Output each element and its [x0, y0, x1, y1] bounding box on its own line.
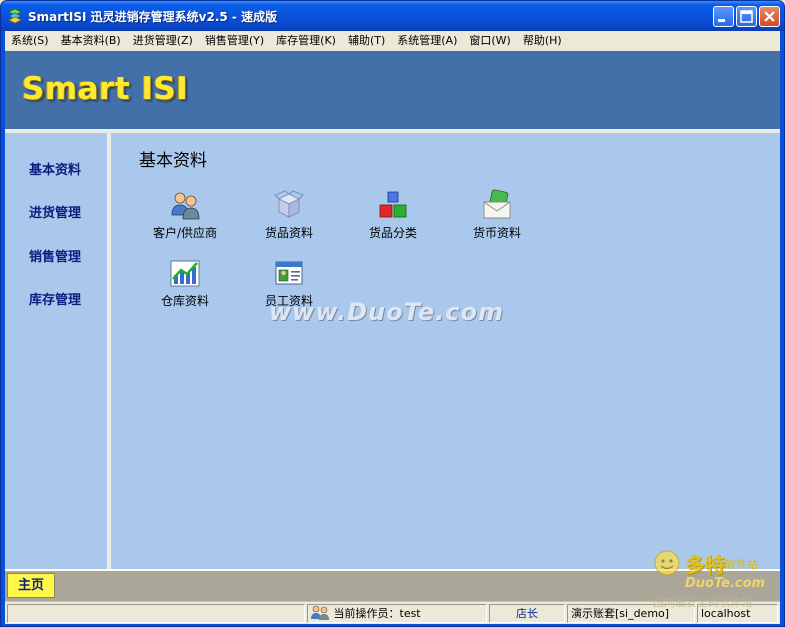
employee-card-icon [275, 261, 303, 285]
customers-icon [171, 192, 200, 220]
tab-home[interactable]: 主页 [7, 573, 55, 598]
logo-line3: DuoTe.com [685, 576, 766, 591]
goods-box-icon [274, 190, 304, 218]
tile-currency[interactable]: 货币资料 [447, 189, 547, 241]
logo-line1: 多特 [685, 553, 725, 577]
menu-admin[interactable]: 系统管理(A) [391, 31, 463, 51]
tile-goods[interactable]: 货品资料 [239, 189, 339, 241]
smiley-logo-icon [654, 550, 680, 576]
sidebar: 基本资料 进货管理 销售管理 库存管理 [5, 133, 109, 569]
title-bar[interactable]: SmartISI 迅灵进销存管理系统v2.5 - 速成版 [1, 1, 784, 31]
banner: Smart ISI [5, 51, 780, 131]
warehouse-chart-icon [170, 260, 200, 287]
status-operator: 当前操作员：test [307, 604, 487, 623]
logo-line4: 国内最安全的软件站 [653, 596, 752, 609]
tile-label: 货品资料 [264, 226, 313, 240]
menu-help[interactable]: 帮助(H) [517, 31, 568, 51]
tile-label: 仓库资料 [160, 294, 209, 308]
tile-warehouse[interactable]: 仓库资料 [135, 257, 235, 309]
page-title: 基本资料 [139, 151, 207, 171]
sidebar-item-purchase[interactable]: 进货管理 [29, 202, 81, 221]
minimize-icon [718, 19, 725, 22]
close-icon [764, 11, 775, 22]
users-icon [311, 605, 329, 620]
close-button[interactable] [759, 6, 780, 27]
tile-label: 货币资料 [472, 226, 521, 240]
status-role: 店长 [489, 604, 565, 623]
brand-logo-text: Smart ISI [22, 71, 189, 107]
app-icon[interactable] [7, 8, 23, 24]
menu-basic-data[interactable]: 基本资料(B) [55, 31, 127, 51]
watermark-text: www.DuoTe.com [269, 298, 504, 326]
maximize-icon [740, 10, 753, 23]
menu-inventory[interactable]: 库存管理(K) [270, 31, 342, 51]
main-panel: 基本资料 客户/供应商 货品资料 货品分类 货币资料 仓库资料 员工资料 www… [111, 133, 780, 569]
menu-window[interactable]: 窗口(W) [463, 31, 516, 51]
tile-label: 货品分类 [368, 226, 417, 240]
operator-text: 当前操作员：test [333, 607, 421, 620]
client-area: Smart ISI 基本资料 进货管理 销售管理 库存管理 基本资料 客户/供应… [5, 51, 780, 624]
app-window: SmartISI 迅灵进销存管理系统v2.5 - 速成版 系统(S) 基本资料(… [0, 0, 785, 627]
tile-customers-suppliers[interactable]: 客户/供应商 [135, 189, 235, 241]
menu-system[interactable]: 系统(S) [5, 31, 55, 51]
minimize-button[interactable] [713, 6, 734, 27]
status-cell-empty [7, 604, 305, 623]
window-title: SmartISI 迅灵进销存管理系统v2.5 - 速成版 [28, 10, 278, 24]
tile-label: 客户/供应商 [152, 226, 218, 240]
tile-goods-category[interactable]: 货品分类 [343, 189, 443, 241]
sidebar-item-sales[interactable]: 销售管理 [29, 246, 81, 265]
menu-sales[interactable]: 销售管理(Y) [199, 31, 270, 51]
maximize-button[interactable] [736, 6, 757, 27]
sidebar-item-inventory[interactable]: 库存管理 [29, 289, 81, 308]
currency-envelope-icon [483, 189, 511, 219]
menu-bar: 系统(S) 基本资料(B) 进货管理(Z) 销售管理(Y) 库存管理(K) 辅助… [5, 31, 780, 51]
menu-tools[interactable]: 辅助(T) [342, 31, 391, 51]
logo-line2: 软件站 [725, 558, 758, 571]
sidebar-item-basic-data[interactable]: 基本资料 [29, 159, 81, 178]
corner-watermark-logo: 多特 软件站 DuoTe.com 国内最安全的软件站 [649, 549, 781, 617]
menu-purchase[interactable]: 进货管理(Z) [127, 31, 199, 51]
category-cubes-icon [379, 191, 407, 218]
